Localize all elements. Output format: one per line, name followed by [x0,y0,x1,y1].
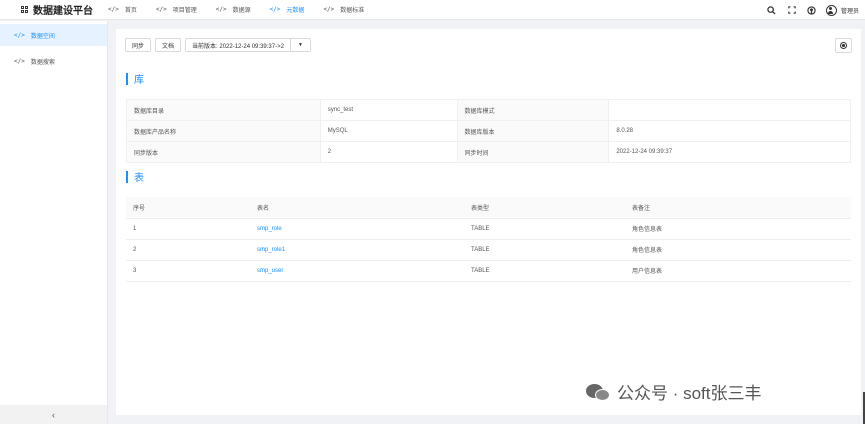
cell-index: 1 [126,218,250,240]
column-header: 表名 [250,197,464,219]
user-name: 管理员 [840,8,859,15]
watermark-text: 公众号 · soft张三丰 [617,384,762,403]
section-bar [126,72,128,85]
cell-type: TABLE [464,218,625,240]
watermark: 公众号 · soft张三丰 [586,379,762,404]
app-title: 数据建设平台 [33,6,93,17]
sidebar: </> 数据空间 </> 数据搜索 ‹ [0,21,108,424]
table-name-link[interactable]: smp_role1 [250,239,464,261]
section-bar [126,170,128,183]
code-icon: </> [14,57,25,65]
cell-index: 3 [126,260,250,282]
nav-label: 项目管理 [172,8,197,14]
code-icon: </> [215,6,227,13]
cell-comment: 角色信息表 [625,239,851,261]
cell-comment: 用户信息表 [625,260,851,282]
column-header: 序号 [126,197,250,219]
table-row: 1 smp_role TABLE 角色信息表 [126,218,851,240]
code-icon: </> [269,6,281,13]
wechat-icon [586,382,612,402]
info-value: MySQL [319,120,458,142]
db-section-title: 库 [126,71,144,86]
info-value: 8.0.28 [608,120,851,142]
table-row: 数据库产品名称 MySQL 数据库版本 8.0.28 [126,120,851,142]
top-bar: 数据建设平台 </> 首页 </> 项目管理 </> 数据源 </> 元数据 </> 数据… [0,0,865,20]
sidebar-item-data-space[interactable]: </> 数据空间 [0,24,107,46]
nav-item-projects[interactable]: </> 项目管理 [156,0,197,20]
sidebar-item-label: 数据空间 [30,33,55,40]
code-icon: </> [14,31,25,39]
tables-list: 序号 表名 表类型 表备注 1 smp_role TABLE 角色信息表 2 s… [126,197,851,282]
column-header: 表类型 [464,197,625,219]
info-key: 同步时间 [456,141,610,163]
nav-label: 数据源 [232,8,251,14]
brand[interactable]: 数据建设平台 [0,2,108,17]
info-value [608,99,851,121]
table-row: 同步版本 2 同步时间 2022-12-24 09:39:37 [126,141,851,163]
code-icon: </> [323,6,335,13]
nav-item-datasource[interactable]: </> 数据源 [216,0,251,20]
top-nav: </> 首页 </> 项目管理 </> 数据源 </> 元数据 </> 数据标准 [108,0,383,20]
nav-label: 数据标准 [340,8,365,14]
settings-round-button[interactable] [835,38,852,53]
nav-label: 首页 [124,8,137,14]
sync-button[interactable]: 同步 [125,38,152,52]
nav-item-home[interactable]: </> 首页 [108,0,137,20]
table-row: 数据库目录 sync_test 数据库模式 [126,99,851,121]
nav-label: 元数据 [286,8,305,14]
sidebar-item-label: 数据搜索 [30,59,55,66]
toolbar: 同步 文档 当前版本: 2022-12-24 09:39:37->2 ▼ [125,38,311,52]
fullscreen-icon[interactable] [786,4,798,16]
table-row: 2 smp_role1 TABLE 角色信息表 [126,239,851,261]
cell-index: 2 [126,239,250,261]
version-select[interactable]: 当前版本: 2022-12-24 09:39:37->2 ▼ [185,38,311,52]
column-header: 表备注 [625,197,851,219]
user-menu[interactable]: 管理员 [825,4,859,16]
db-info-table: 数据库目录 sync_test 数据库模式 数据库产品名称 MySQL 数据库版… [126,99,851,163]
info-key: 数据库目录 [126,99,321,121]
db-section-title-text: 库 [134,75,144,86]
nav-item-data-standard[interactable]: </> 数据标准 [323,0,364,20]
info-value: 2022-12-24 09:39:37 [608,141,851,163]
cell-type: TABLE [464,239,625,261]
main-content: 同步 文档 当前版本: 2022-12-24 09:39:37->2 ▼ 库 数… [116,29,861,415]
code-icon: </> [108,6,119,13]
table-name-link[interactable]: smp_user [250,260,464,282]
info-value: 2 [319,141,458,163]
table-header-row: 序号 表名 表类型 表备注 [126,197,851,219]
table-section-title: 表 [126,169,144,184]
info-value: sync_test [319,99,458,121]
target-icon [840,42,847,49]
grid-icon [21,6,28,13]
info-key: 数据库模式 [456,99,610,121]
info-key: 数据库版本 [456,120,610,142]
docs-button[interactable]: 文档 [155,38,182,52]
cell-comment: 角色信息表 [625,218,851,240]
cell-type: TABLE [464,260,625,282]
caret-down-icon: ▼ [289,39,310,51]
sidebar-item-data-search[interactable]: </> 数据搜索 [0,50,107,72]
chevron-left-icon: ‹ [52,409,55,420]
sidebar-collapse-button[interactable]: ‹ [0,405,107,424]
github-icon[interactable] [806,4,818,16]
avatar-icon [825,4,837,16]
version-select-value: 当前版本: 2022-12-24 09:39:37->2 [192,43,284,50]
nav-item-metadata[interactable]: </> 元数据 [270,0,305,20]
table-name-link[interactable]: smp_role [250,218,464,240]
search-icon[interactable] [766,4,778,16]
table-section-title-text: 表 [134,173,144,184]
code-icon: </> [155,6,167,13]
table-row: 3 smp_user TABLE 用户信息表 [126,260,851,282]
info-key: 数据库产品名称 [126,120,321,142]
info-key: 同步版本 [126,141,321,163]
header-tools: 管理员 [758,0,859,20]
